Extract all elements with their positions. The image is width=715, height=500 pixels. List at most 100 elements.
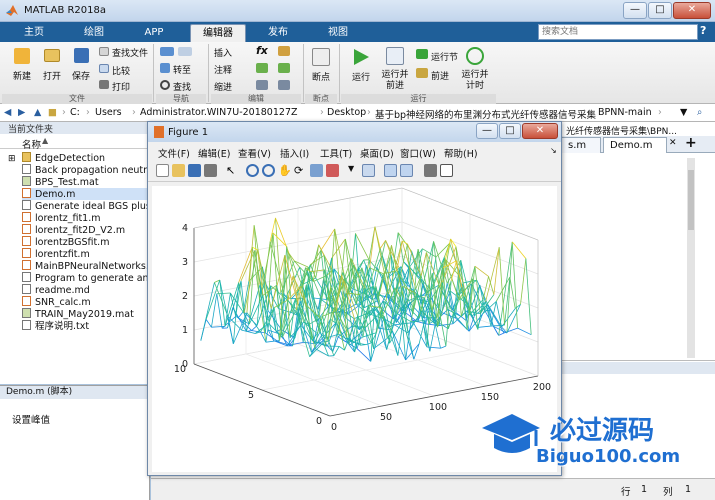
figure-maximize-button[interactable]: □ [499, 123, 521, 139]
menu-view[interactable]: 查看(V) [238, 146, 271, 160]
pan-hand-icon[interactable]: ✋ [278, 164, 292, 177]
list-item[interactable]: TRAIN_May2019.mat [22, 308, 134, 320]
up-folder-icon[interactable]: ▲ [34, 107, 41, 118]
path-c[interactable]: C: [70, 107, 80, 118]
list-item[interactable]: EdgeDetection [22, 152, 105, 164]
browse-folder-icon[interactable]: ■ [48, 107, 57, 118]
find-button[interactable]: 查找 [173, 80, 191, 93]
save-button[interactable]: 保存 [67, 69, 95, 82]
list-item[interactable]: readme.md [22, 284, 90, 296]
link-plot-icon[interactable] [362, 164, 375, 177]
path-project[interactable]: 基于bp神经网络的布里渊分布式光纤传感器信号采集 [375, 107, 596, 121]
list-item[interactable]: Generate ideal BGS plus m [22, 200, 163, 212]
zoom-out-icon[interactable] [262, 164, 275, 177]
insert-function-icon[interactable] [278, 46, 290, 56]
menu-window[interactable]: 窗口(W) [400, 146, 436, 160]
figure-close-button[interactable]: ✕ [522, 123, 558, 139]
run-and-time-button[interactable]: 运行并计时 [460, 70, 490, 92]
menu-desktop[interactable]: 桌面(D) [360, 146, 394, 160]
list-item[interactable]: lorentz_fit2D_V2.m [22, 224, 125, 236]
path-dropdown-icon[interactable]: ▼ [680, 107, 687, 118]
save-figure-icon[interactable] [188, 164, 201, 177]
list-item[interactable]: lorentz_fit1.m [22, 212, 101, 224]
figure-minimize-button[interactable]: — [476, 123, 498, 139]
open-button[interactable]: 打开 [38, 69, 66, 82]
list-item-selected[interactable]: Demo.m [22, 188, 148, 200]
help-icon[interactable]: ? [700, 24, 712, 40]
path-administrator[interactable]: Administrator.WIN7U-20180127Z [140, 107, 298, 118]
data-cursor-icon[interactable] [310, 164, 323, 177]
insert-button[interactable]: 插入 [214, 46, 232, 59]
menu-insert[interactable]: 插入(I) [280, 146, 309, 160]
minimize-button[interactable]: — [623, 2, 647, 19]
figure-title-bar[interactable]: Figure 1 — □ ✕ [148, 122, 561, 142]
tab-apps[interactable]: APP [132, 24, 176, 42]
list-item[interactable]: lorentzBGSfit.m [22, 236, 109, 248]
tab-home[interactable]: 主页 [12, 24, 56, 42]
tab-publish[interactable]: 发布 [256, 24, 300, 42]
expand-folder-icon[interactable]: ⊞ [8, 154, 16, 164]
path-desktop[interactable]: Desktop [327, 107, 366, 118]
path-search-icon[interactable]: ⌕ [697, 107, 702, 118]
list-item[interactable]: lorentzfit.m [22, 248, 90, 260]
insert-colorbar-icon[interactable] [384, 164, 397, 177]
path-bpnn-main[interactable]: BPNN-main [598, 107, 652, 118]
maximize-button[interactable]: □ [648, 2, 672, 19]
outdent-icon[interactable] [278, 80, 290, 90]
breakpoints-button[interactable]: 断点 [306, 70, 336, 83]
run-button[interactable]: 运行 [346, 70, 376, 83]
path-users[interactable]: Users [95, 107, 122, 118]
list-item[interactable]: MainBPNeuralNetworks.m [22, 260, 158, 272]
menu-tools[interactable]: 工具(T) [320, 146, 352, 160]
show-plot-tools-icon[interactable] [440, 164, 453, 177]
new-button[interactable]: 新建 [8, 69, 36, 82]
indent-button[interactable]: 缩进 [214, 80, 232, 93]
rotate-3d-icon[interactable]: ⟳ [294, 164, 307, 177]
insert-legend-icon[interactable] [400, 164, 413, 177]
name-column-header[interactable]: 名称 ▲ [0, 136, 150, 151]
editor-scrollbar[interactable] [687, 158, 695, 358]
advance-button[interactable]: 前进 [431, 69, 449, 82]
search-docs-input[interactable] [538, 24, 698, 40]
zoom-in-icon[interactable] [246, 164, 259, 177]
forward-arrow-icon[interactable] [178, 47, 192, 56]
open-file-icon[interactable] [172, 164, 185, 177]
run-and-advance-button[interactable]: 运行并前进 [378, 70, 412, 92]
editor-tab-partial[interactable]: s.m [561, 137, 601, 153]
comment-percent-icon[interactable] [256, 63, 268, 73]
uncomment-icon[interactable] [278, 63, 290, 73]
new-editor-tab-button[interactable]: + [685, 135, 697, 151]
forward-nav-icon[interactable]: ▶ [18, 107, 25, 118]
menu-edit[interactable]: 编辑(E) [198, 146, 230, 160]
find-files-button[interactable]: 查找文件 [112, 46, 148, 59]
pointer-icon[interactable]: ↖ [226, 164, 239, 177]
new-figure-icon[interactable] [156, 164, 169, 177]
tab-plots[interactable]: 绘图 [72, 24, 116, 42]
menu-help[interactable]: 帮助(H) [444, 146, 478, 160]
close-button[interactable]: ✕ [673, 2, 711, 19]
tab-view[interactable]: 视图 [316, 24, 360, 42]
menu-dock-arrow-icon[interactable]: ↘ [550, 146, 557, 155]
compare-button[interactable]: 比较 [112, 64, 130, 77]
address-bar[interactable]: ◀ ▶ ▲ ■ › C: › Users › Administrator.WIN… [0, 104, 715, 122]
goto-button[interactable]: 转至 [173, 63, 191, 76]
tab-editor[interactable]: 编辑器 [190, 24, 246, 42]
back-nav-icon[interactable]: ◀ [4, 107, 11, 118]
list-item[interactable]: Program to generate an ic [22, 272, 159, 284]
menu-file[interactable]: 文件(F) [158, 146, 190, 160]
list-item[interactable]: 程序说明.txt [22, 320, 89, 332]
back-arrow-icon[interactable] [160, 47, 174, 56]
list-item[interactable]: BPS_Test.mat [22, 176, 99, 188]
brush-icon[interactable] [326, 164, 339, 177]
print-button[interactable]: 打印 [112, 80, 130, 93]
run-section-button[interactable]: 运行节 [431, 50, 458, 63]
brush-dropdown-icon[interactable]: ▼ [348, 164, 361, 177]
list-item[interactable]: Back propagation neutral [22, 164, 156, 176]
print-figure-icon[interactable] [204, 164, 217, 177]
editor-tab-close-icon[interactable]: ✕ [669, 138, 677, 148]
editor-tab-demo[interactable]: Demo.m [603, 137, 667, 153]
comment-button[interactable]: 注释 [214, 63, 232, 76]
fx-button[interactable]: fx [256, 44, 268, 57]
list-item[interactable]: SNR_calc.m [22, 296, 91, 308]
indent-icon[interactable] [256, 80, 268, 90]
